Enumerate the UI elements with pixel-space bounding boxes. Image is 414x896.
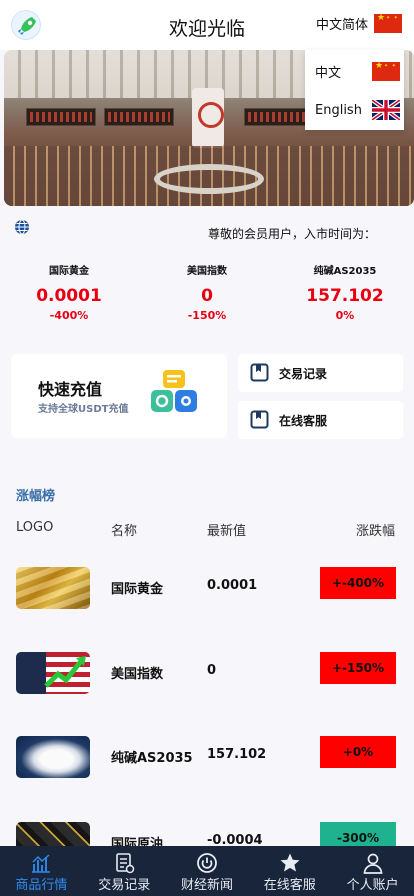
nav-label: 个人账户 <box>346 878 399 893</box>
online-service-label: 在线客服 <box>279 414 328 428</box>
current-language-label: 中文简体 <box>315 18 368 33</box>
ticker-name: 国际黄金 <box>49 266 89 277</box>
nav-label: 商品行情 <box>15 878 68 893</box>
ticker-price: 0 <box>201 286 213 306</box>
nav-label: 交易记录 <box>98 878 151 893</box>
ticker-name: 美国指数 <box>187 266 227 277</box>
cn-flag-icon <box>372 61 400 81</box>
ticker-price: 0.0001 <box>36 286 102 306</box>
ticker-change: 0% <box>335 309 355 322</box>
column-header-price: 最新值 <box>207 524 247 539</box>
book-icon <box>250 363 269 382</box>
column-header-name: 名称 <box>111 524 138 539</box>
trade-records-card[interactable]: 交易记录 <box>238 354 403 392</box>
wallet-icon <box>151 370 197 412</box>
soda-ash-thumbnail <box>16 736 90 778</box>
ticker-change: -400% <box>49 309 89 322</box>
ticker-item[interactable]: 国际黄金 0.0001 -400% <box>0 262 138 322</box>
change-badge: +-150% <box>320 652 396 684</box>
row-name: 纯碱AS2035 <box>111 751 193 766</box>
user-icon <box>363 853 383 874</box>
ticker-price: 157.102 <box>306 286 384 306</box>
chart-icon <box>32 854 51 873</box>
book-icon <box>250 410 269 429</box>
ranking-row[interactable]: 国际黄金 0.0001 +-400% <box>0 563 414 613</box>
row-name: 美国指数 <box>111 667 164 682</box>
language-dropdown: 中文 English <box>305 50 404 130</box>
nav-label: 在线客服 <box>263 878 316 893</box>
nav-item-account[interactable]: 个人账户 <box>331 846 414 896</box>
ranking-title: 涨幅榜 <box>16 489 56 504</box>
cn-flag-icon <box>374 13 402 33</box>
recharge-subtitle: 支持全球USDT充值 <box>38 404 129 415</box>
row-name: 国际黄金 <box>111 582 164 597</box>
ticker-change: -150% <box>187 309 227 322</box>
ranking-row[interactable]: 美国指数 0 +-150% <box>0 648 414 698</box>
row-price: 0 <box>207 663 217 678</box>
ticker-name: 纯碱AS2035 <box>313 266 377 277</box>
market-hours-notice: 尊敬的会员用户，入市时间为： <box>207 227 376 241</box>
globe-icon <box>15 219 29 235</box>
nav-item-trade-records[interactable]: 交易记录 <box>83 846 166 896</box>
row-price: 0.0001 <box>207 578 258 593</box>
star-icon <box>280 853 300 872</box>
change-badge: +0% <box>320 736 396 768</box>
header-bar: 欢迎光临 中文简体 <box>0 0 414 50</box>
us-index-thumbnail <box>16 652 90 694</box>
nav-item-service[interactable]: 在线客服 <box>248 846 331 896</box>
trade-records-label: 交易记录 <box>279 367 328 381</box>
ranking-row[interactable]: 纯碱AS2035 157.102 +0% <box>0 732 414 782</box>
ticker-item[interactable]: 美国指数 0 -150% <box>138 262 276 322</box>
row-price: 157.102 <box>207 747 267 762</box>
ticker-item[interactable]: 纯碱AS2035 157.102 0% <box>276 262 414 322</box>
power-icon <box>197 853 217 873</box>
quick-recharge-card[interactable]: 快速充值 支持全球USDT充值 <box>11 354 227 438</box>
uk-flag-icon <box>372 100 400 120</box>
column-header-logo: LOGO <box>16 520 54 535</box>
language-option-zh[interactable]: 中文 <box>315 58 400 84</box>
language-option-label: 中文 <box>315 65 342 81</box>
language-option-en[interactable]: English <box>315 97 400 123</box>
gold-thumbnail <box>16 567 90 609</box>
nav-label: 财经新闻 <box>180 878 233 893</box>
online-service-card[interactable]: 在线客服 <box>238 401 403 439</box>
column-header-change: 涨跌幅 <box>356 524 396 539</box>
recharge-title: 快速充值 <box>38 380 103 399</box>
document-icon <box>116 853 135 874</box>
language-option-label: English <box>315 102 362 118</box>
bottom-navigation: 商品行情 交易记录 财经新闻 在线客服 个人账户 <box>0 846 414 896</box>
nav-item-market[interactable]: 商品行情 <box>0 846 83 896</box>
nav-item-news[interactable]: 财经新闻 <box>166 846 249 896</box>
change-badge: +-400% <box>320 567 396 599</box>
language-selector[interactable]: 中文简体 <box>315 13 402 33</box>
